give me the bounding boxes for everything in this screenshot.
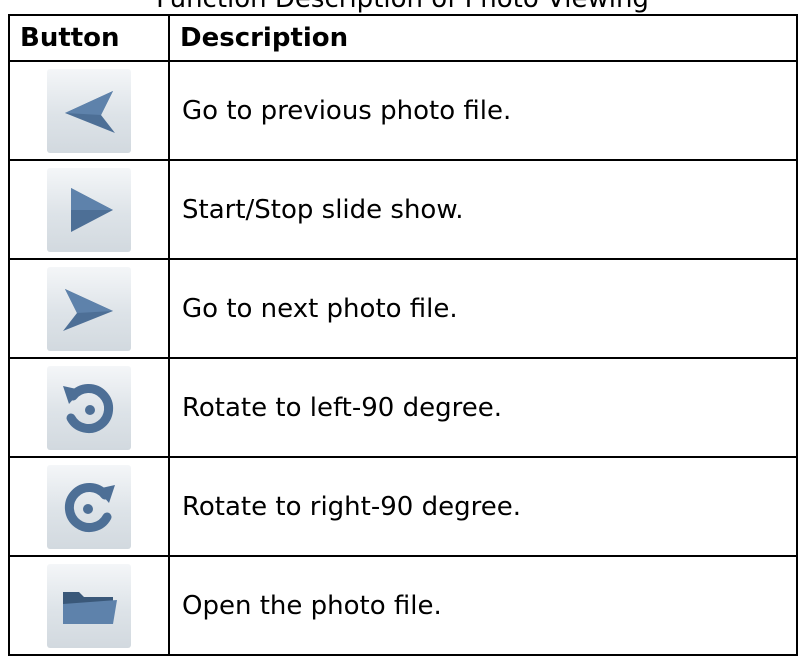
previous-arrow-icon[interactable]: [47, 68, 131, 153]
button-column-header: Button: [8, 14, 170, 62]
table-row: Go to previous photo file.: [8, 60, 798, 161]
rotate-right-icon[interactable]: [47, 464, 131, 549]
button-cell: [8, 357, 170, 458]
description-cell: Open the photo file.: [168, 555, 798, 656]
table-row: Rotate to right-90 degree.: [8, 456, 798, 557]
description-cell: Rotate to right-90 degree.: [168, 456, 798, 557]
table-row: Rotate to left-90 degree.: [8, 357, 798, 458]
description-column-header: Description: [168, 14, 798, 62]
open-folder-icon[interactable]: [47, 563, 131, 648]
table-row: Start/Stop slide show.: [8, 159, 798, 260]
description-cell: Go to next photo file.: [168, 258, 798, 359]
play-icon[interactable]: [47, 167, 131, 252]
table-row: Open the photo file.: [8, 555, 798, 656]
description-cell: Rotate to left-90 degree.: [168, 357, 798, 458]
button-cell: [8, 258, 170, 359]
description-cell: Go to previous photo file.: [168, 60, 798, 161]
rotate-left-icon[interactable]: [47, 365, 131, 450]
button-cell: [8, 456, 170, 557]
description-cell: Start/Stop slide show.: [168, 159, 798, 260]
table-header-row: Button Description: [8, 14, 798, 62]
button-cell: [8, 555, 170, 656]
section-heading-cutoff: Function Description of Photo Viewing: [0, 0, 805, 12]
button-cell: [8, 60, 170, 161]
table-row: Go to next photo file.: [8, 258, 798, 359]
button-cell: [8, 159, 170, 260]
next-arrow-icon[interactable]: [47, 266, 131, 351]
button-description-table: Button Description Go to previous photo …: [8, 14, 798, 656]
